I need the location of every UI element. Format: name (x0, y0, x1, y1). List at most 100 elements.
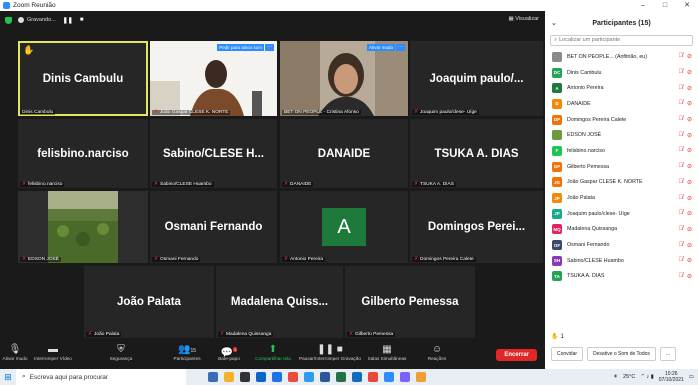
maximize-button[interactable]: □ (654, 0, 676, 11)
participant-row[interactable]: EDSON JOSÉ 🎙̸ ⊘ (545, 127, 698, 143)
participant-row[interactable]: A Antonio Pereira 🎙̸ ⊘ (545, 80, 698, 96)
participant-row[interactable]: DC Dinis Cambulu 🎙̸ ⊘ (545, 65, 698, 81)
mute-button[interactable]: 🎙 Ativar mudo (0, 340, 30, 369)
pause-recording-button[interactable]: ❚❚ ■ Pausar/Interromper Gravação (296, 340, 364, 369)
pause-recording-icon[interactable]: ❚❚ (63, 17, 73, 24)
taskbar-search-input[interactable]: ⌕ Escreva aqui para procurar (16, 369, 186, 385)
more-button[interactable]: ... (659, 347, 677, 361)
minimize-button[interactable]: – (632, 0, 654, 11)
zoom-app-icon[interactable] (384, 372, 394, 382)
participant-row[interactable]: BET ON PEOPLE... (Anfitrião, eu) 🎙̸ ⊘ (545, 49, 698, 65)
mail-icon[interactable] (256, 372, 266, 382)
video-tile[interactable]: felisbino.narciso ✗ felisbino.narciso (18, 119, 148, 188)
participant-row[interactable]: GP Gilberto Pemessa 🎙̸ ⊘ (545, 159, 698, 175)
search-icon: ⌕ (554, 37, 558, 43)
participant-row[interactable]: JG João Gaspar CLESE K. NORTE 🎙̸ ⊘ (545, 175, 698, 191)
participant-search-input[interactable]: ⌕ Localizar um participante (550, 35, 693, 46)
tile-name: Sabino/CLESE H... (163, 147, 264, 160)
stop-video-button[interactable]: ▬ Interromper Vídeo (30, 340, 76, 369)
video-tile[interactable]: ✋ Dinis Cambulu Dinis Cambulu (18, 41, 148, 116)
reactions-button[interactable]: ☺ Reações (410, 340, 464, 369)
participant-row[interactable]: D DANAIDE 🎙̸ ⊘ (545, 96, 698, 112)
dropbox-icon[interactable] (272, 372, 282, 382)
ask-unmute-button[interactable]: Pedir para ativar som (217, 44, 264, 51)
more-options-button[interactable]: ··· (396, 44, 405, 51)
excel-icon[interactable] (336, 372, 346, 382)
end-meeting-button[interactable]: Encerrar (496, 349, 537, 361)
participants-count: 15 (190, 348, 196, 354)
participant-avatar: GP (552, 161, 562, 172)
participant-row[interactable]: JP Joaquim paulo/clese- Uíge 🎙̸ ⊘ (545, 206, 698, 222)
participant-row[interactable]: JP João Palata 🎙̸ ⊘ (545, 190, 698, 206)
participants-button[interactable]: 👥15 Participantes (166, 340, 208, 369)
recording-icon (18, 17, 24, 23)
invite-button[interactable]: Convidar (551, 347, 584, 361)
participant-name: Madalena Quissanga (567, 226, 618, 233)
participant-row[interactable]: DP Domingos Pereira Calete 🎙̸ ⊘ (545, 112, 698, 128)
windows-start-icon[interactable]: ⊞ (0, 369, 16, 385)
clock[interactable]: 10:26 07/10/2021 (659, 371, 684, 383)
video-tile[interactable]: João Palata ✗ João Palata (84, 266, 214, 338)
store-icon[interactable] (240, 372, 250, 382)
weather-icon[interactable]: ☀ (613, 374, 618, 380)
task-view-icon[interactable] (208, 372, 218, 382)
mute-all-button[interactable]: Desative o Som de Todos (587, 347, 656, 361)
participant-row[interactable]: MQ Madalena Quissanga 🎙̸ ⊘ (545, 222, 698, 238)
participant-row[interactable]: TA TSUKA A. DIAS 🎙̸ ⊘ (545, 269, 698, 285)
breakout-rooms-button[interactable]: ▦ Salas Simultâneas (364, 340, 410, 369)
video-tile[interactable]: Domingos Perei... ✗ Domingos Pereira Cale… (410, 191, 543, 263)
video-tile[interactable]: TSUKA A. DIAS ✗ TSUKA A. DIAS (410, 119, 543, 188)
video-off-icon: ⊘ (686, 148, 692, 155)
video-tile[interactable]: Joaquim paulo/... ✗ Joaquim paulo/clese- … (410, 41, 543, 116)
video-tile[interactable]: Osmani Fernando ✗ Osmani Fernando (150, 191, 277, 263)
video-off-icon: ⊘ (686, 70, 692, 77)
participant-status-icons: 🎙̸ ⊘ (678, 226, 692, 233)
teams-icon[interactable] (400, 372, 410, 382)
participant-row[interactable]: Ffelisbino.narciso 🎙̸ ⊘ (545, 143, 698, 159)
participant-row[interactable]: OF Osmani Fernando 🎙̸ ⊘ (545, 237, 698, 253)
mute-participant-button[interactable]: Ativar mudo (366, 44, 395, 51)
video-camera-icon: ▬ (48, 344, 58, 355)
participant-avatar: JG (552, 177, 562, 188)
share-screen-button[interactable]: ⬆ Compartilhar tela (250, 340, 296, 369)
participant-name: Gilberto Pemessa (567, 163, 610, 170)
view-button[interactable]: ▦ Visualizar (509, 16, 539, 22)
tile-label: ✗ EDSON JOSÉ (20, 257, 61, 262)
participant-avatar (552, 51, 562, 62)
video-tile[interactable]: Sabino/CLESE H... ✗ Sabino/CLESE Huambo (150, 119, 277, 188)
video-off-icon: ⊘ (686, 179, 692, 186)
file-explorer-icon[interactable] (224, 372, 234, 382)
word-icon[interactable] (320, 372, 330, 382)
more-options-button[interactable]: ··· (265, 44, 274, 51)
shield-icon[interactable] (5, 16, 12, 24)
chevron-down-icon[interactable]: ⌄ (551, 19, 557, 27)
opera-icon[interactable] (288, 372, 298, 382)
outlook-icon[interactable] (352, 372, 362, 382)
close-button[interactable]: ✕ (676, 0, 698, 11)
notifications-icon[interactable]: ▭ (689, 374, 694, 380)
video-tile[interactable]: Gilberto Pemessa ✗ Gilberto Pemessa (345, 266, 475, 338)
tray-icons[interactable]: ⌃ ♪ ▮ (640, 374, 653, 380)
participant-avatar: F (552, 145, 562, 156)
participant-avatar: JP (552, 193, 562, 204)
pdf-icon[interactable] (368, 372, 378, 382)
other-app-icon[interactable] (416, 372, 426, 382)
chrome-icon[interactable] (304, 372, 314, 382)
video-tile[interactable]: A ✗ Antonio Pereira (280, 191, 408, 263)
tile-label: ✗ DANAIDE (282, 182, 314, 187)
video-tile[interactable]: Madalena Quiss... ✗ Madalena Quissanga (216, 266, 343, 338)
video-off-icon: ⊘ (686, 195, 692, 202)
video-tile[interactable]: Pedir para ativar som ··· ✗ João Gaspar C… (150, 41, 277, 116)
video-tile[interactable]: DANAIDE ✗ DANAIDE (280, 119, 408, 188)
participant-row[interactable]: SH Sabino/CLESE Huambo 🎙̸ ⊘ (545, 253, 698, 269)
stop-recording-icon[interactable]: ■ (80, 17, 84, 23)
tile-label: ✗ Domingos Pereira Calete (412, 257, 476, 262)
video-label: Interromper Vídeo (34, 356, 72, 361)
chat-button[interactable]: 💬1 Bate-papo (208, 340, 250, 369)
security-button[interactable]: ⛨ Segurança (76, 340, 166, 369)
window-titlebar: Zoom Reunião – □ ✕ (0, 0, 698, 11)
participant-status-icons: 🎙̸ ⊘ (678, 100, 692, 107)
video-tile[interactable]: Ativar mudo ··· BET ON PEOPLE - Cristina… (280, 41, 408, 116)
muted-mic-icon: ✗ (154, 110, 159, 115)
video-tile[interactable]: ✗ EDSON JOSÉ (18, 191, 148, 263)
